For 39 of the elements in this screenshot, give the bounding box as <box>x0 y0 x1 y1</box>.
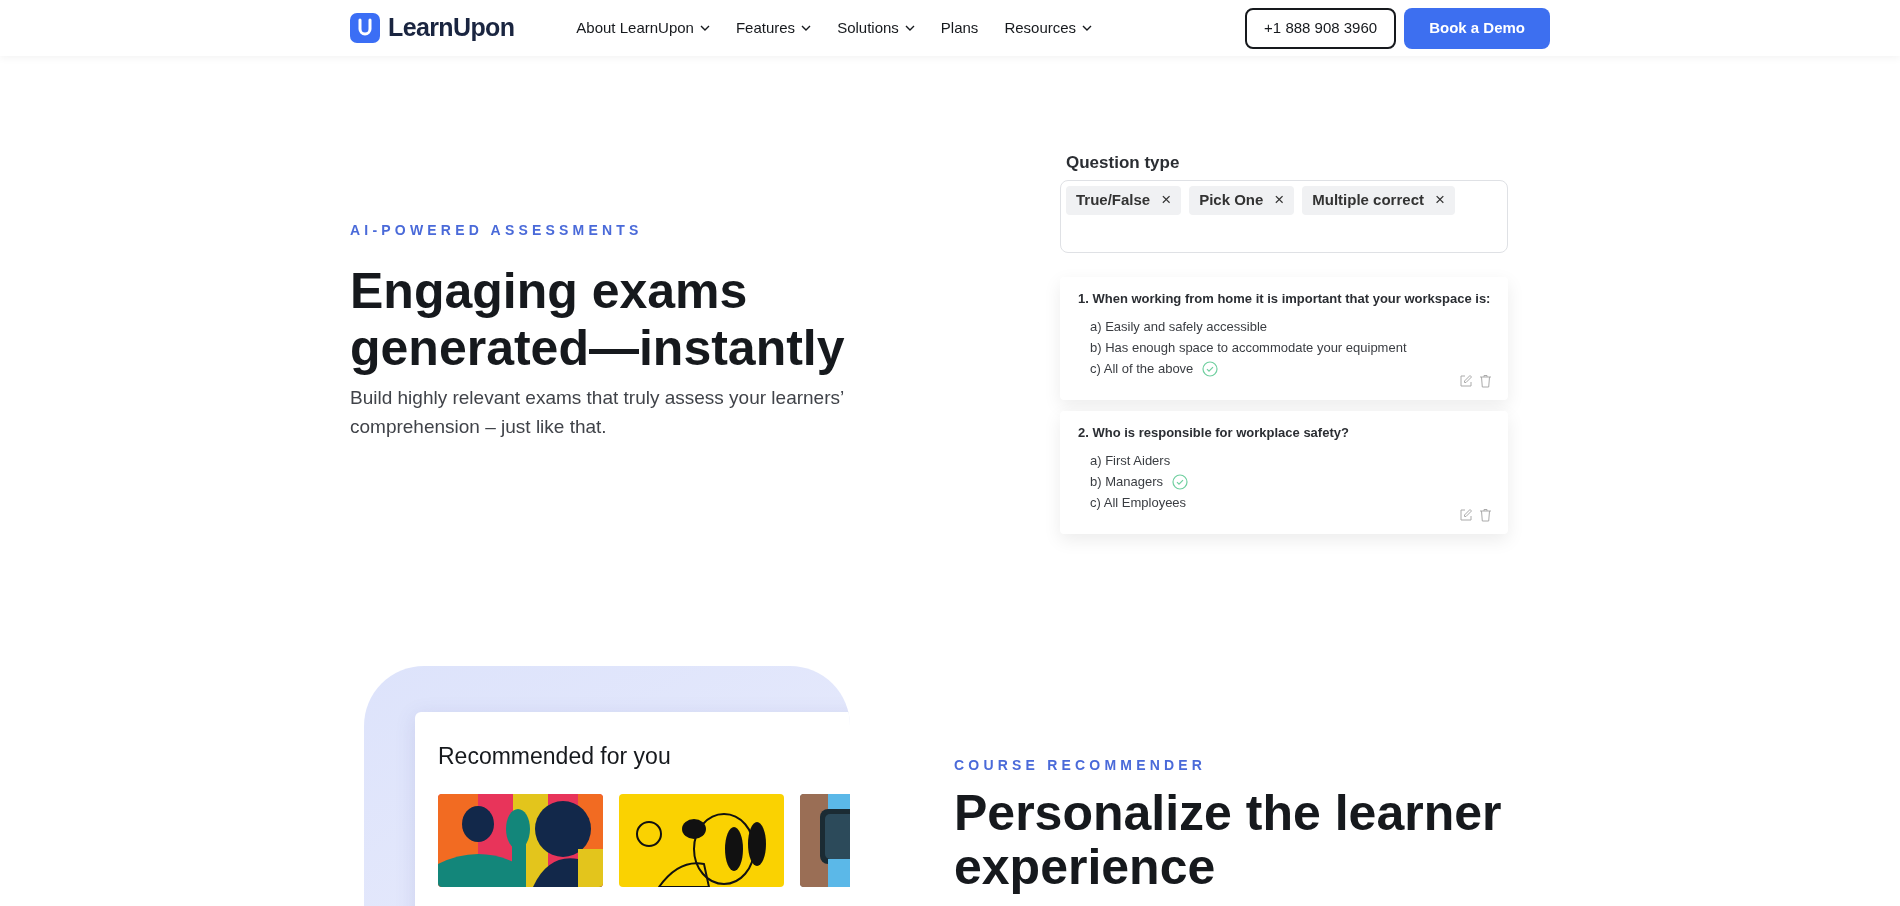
answer-option: a) Easily and safely accessible <box>1090 316 1268 337</box>
answer-option: b) Managers <box>1090 471 1163 492</box>
section-heading: Engaging exams generated—instantly <box>350 263 846 377</box>
book-demo-button[interactable]: Book a Demo <box>1404 7 1550 49</box>
field-label: Question type <box>1066 152 1181 174</box>
section-eyebrow: AI-POWERED ASSESSMENTS <box>350 221 644 240</box>
nav-link[interactable]: Features <box>735 16 812 40</box>
chevron-down-icon <box>1082 25 1093 31</box>
remove-tag-button[interactable]: × <box>1161 187 1172 213</box>
answer-option: c) All of the above <box>1090 358 1194 379</box>
card-title: Recommended for you <box>438 742 672 771</box>
remove-tag-button[interactable]: × <box>1274 187 1285 213</box>
answer-option: c) All Employees <box>1090 492 1187 513</box>
question-type-tag: Pick One × <box>1189 185 1295 215</box>
section-description: Build highly relevant exams that truly assess your learners’ comprehension – just like that. <box>350 386 845 439</box>
section-eyebrow: COURSE RECOMMENDER <box>954 756 1208 775</box>
answer-option: a) First Aiders <box>1090 450 1171 471</box>
nav-link[interactable]: Solutions <box>837 16 915 40</box>
nav-link[interactable]: Resources <box>1004 16 1093 40</box>
logo-text[interactable]: LearnUpon <box>388 9 515 47</box>
chevron-down-icon <box>699 25 710 31</box>
phone-button[interactable]: +1 888 908 3960 <box>1245 7 1397 49</box>
logo-icon <box>350 13 380 43</box>
question-type-field[interactable]: True/False × Pick One × Multiple correct × <box>1060 179 1508 253</box>
nav-link[interactable]: Plans <box>940 16 979 40</box>
remove-tag-button[interactable]: × <box>1434 187 1445 213</box>
chevron-down-icon <box>904 25 915 31</box>
section-heading: Personalize the learner experience <box>954 786 1502 894</box>
trash-icon[interactable] <box>1479 507 1492 522</box>
chevron-down-icon <box>801 25 812 31</box>
edit-icon[interactable] <box>1459 507 1473 522</box>
answer-option: b) Has enough space to accommodate your equipment <box>1090 337 1407 358</box>
nav-link[interactable]: About LearnUpon <box>576 16 710 40</box>
trash-icon[interactable] <box>1479 373 1492 388</box>
question-title: 2. Who is responsible for workplace safety? <box>1078 423 1350 442</box>
question-title: 1. When working from home it is important that your workspace is: <box>1078 289 1492 308</box>
question-type-tag: Multiple correct × <box>1302 185 1455 215</box>
edit-icon[interactable] <box>1459 373 1473 388</box>
question-type-tag: True/False × <box>1066 185 1182 215</box>
